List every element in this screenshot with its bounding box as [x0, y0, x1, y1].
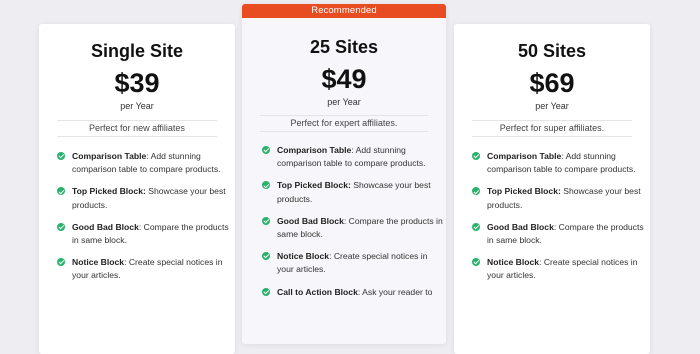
feature-item: Good Bad Block: Compare the products in …	[472, 221, 650, 247]
feature-item: Top Picked Block: Showcase your best pro…	[262, 179, 446, 205]
feature-title: Call to Action Block	[277, 286, 358, 297]
feature-title: Good Bad Block	[72, 221, 139, 232]
check-circle-icon	[472, 258, 480, 267]
feature-item: Comparison Table: Add stunning compariso…	[472, 150, 650, 176]
feature-item: Comparison Table: Add stunning compariso…	[57, 150, 235, 176]
plan-tagline: Perfect for new affiliates	[89, 123, 185, 133]
feature-title: Comparison Table	[277, 145, 352, 155]
feature-description: Ask your reader to	[362, 286, 433, 297]
feature-title: Top Picked Block:	[72, 186, 146, 197]
feature-title: Good Bad Block	[487, 221, 554, 232]
check-circle-icon	[57, 187, 65, 196]
plan-name: 25 Sites	[309, 37, 379, 57]
check-circle-icon	[262, 216, 270, 225]
feature-item: Notice Block: Create special notices in …	[262, 250, 446, 276]
plan-period: per Year	[327, 97, 361, 107]
plan-name: Single Site	[90, 41, 184, 61]
feature-item: Comparison Table: Add stunning compariso…	[262, 144, 446, 170]
feature-list: Comparison Table: Add stunning compariso…	[39, 150, 235, 283]
plan-name: 50 Sites	[517, 41, 587, 61]
feature-item: Good Bad Block: Compare the products in …	[57, 221, 235, 247]
feature-item: Top Picked Block: Showcase your best pro…	[472, 185, 650, 211]
check-circle-icon	[472, 152, 480, 160]
feature-list: Comparison Table: Add stunning compariso…	[454, 150, 650, 283]
plan-price: $69	[529, 68, 575, 98]
feature-title: Top Picked Block:	[277, 180, 351, 191]
feature-title: Notice Block	[277, 251, 330, 262]
feature-list: Comparison Table: Add stunning compariso…	[242, 144, 446, 299]
check-circle-icon	[262, 252, 270, 261]
feature-item: Top Picked Block: Showcase your best pro…	[57, 185, 235, 211]
plan-price: $49	[321, 64, 367, 94]
feature-title: Notice Block	[487, 257, 540, 268]
pricing-card-single-site: Single Site $39 per Year Perfect for new…	[39, 24, 235, 354]
check-circle-icon	[262, 287, 270, 296]
plan-tagline: Perfect for super affiliates.	[499, 123, 605, 133]
check-circle-icon	[57, 222, 65, 231]
feature-title: Notice Block	[72, 257, 125, 268]
check-circle-icon	[57, 152, 65, 160]
feature-title: Comparison Table	[72, 151, 147, 161]
feature-item: Notice Block: Create special notices in …	[57, 256, 235, 282]
plan-price: $39	[114, 68, 160, 98]
pricing-card-25-sites: Recommended 25 Sites $49 per Year Perfec…	[242, 4, 446, 344]
check-circle-icon	[472, 187, 480, 196]
check-circle-icon	[262, 181, 270, 190]
pricing-card-50-sites: 50 Sites $69 per Year Perfect for super …	[454, 24, 650, 354]
check-circle-icon	[472, 222, 480, 231]
feature-item: Call to Action Block: Ask your reader to	[262, 286, 446, 299]
plan-period: per Year	[120, 101, 154, 111]
feature-title: Comparison Table	[487, 151, 562, 161]
check-circle-icon	[57, 258, 65, 267]
recommended-badge: Recommended	[242, 4, 446, 18]
plan-period: per Year	[535, 101, 569, 111]
check-circle-icon	[262, 146, 270, 154]
feature-title: Good Bad Block	[277, 215, 344, 226]
feature-title: Top Picked Block:	[487, 186, 561, 197]
feature-item: Good Bad Block: Compare the products in …	[262, 215, 446, 241]
plan-tagline: Perfect for expert affiliates.	[290, 118, 398, 128]
feature-item: Notice Block: Create special notices in …	[472, 256, 650, 282]
